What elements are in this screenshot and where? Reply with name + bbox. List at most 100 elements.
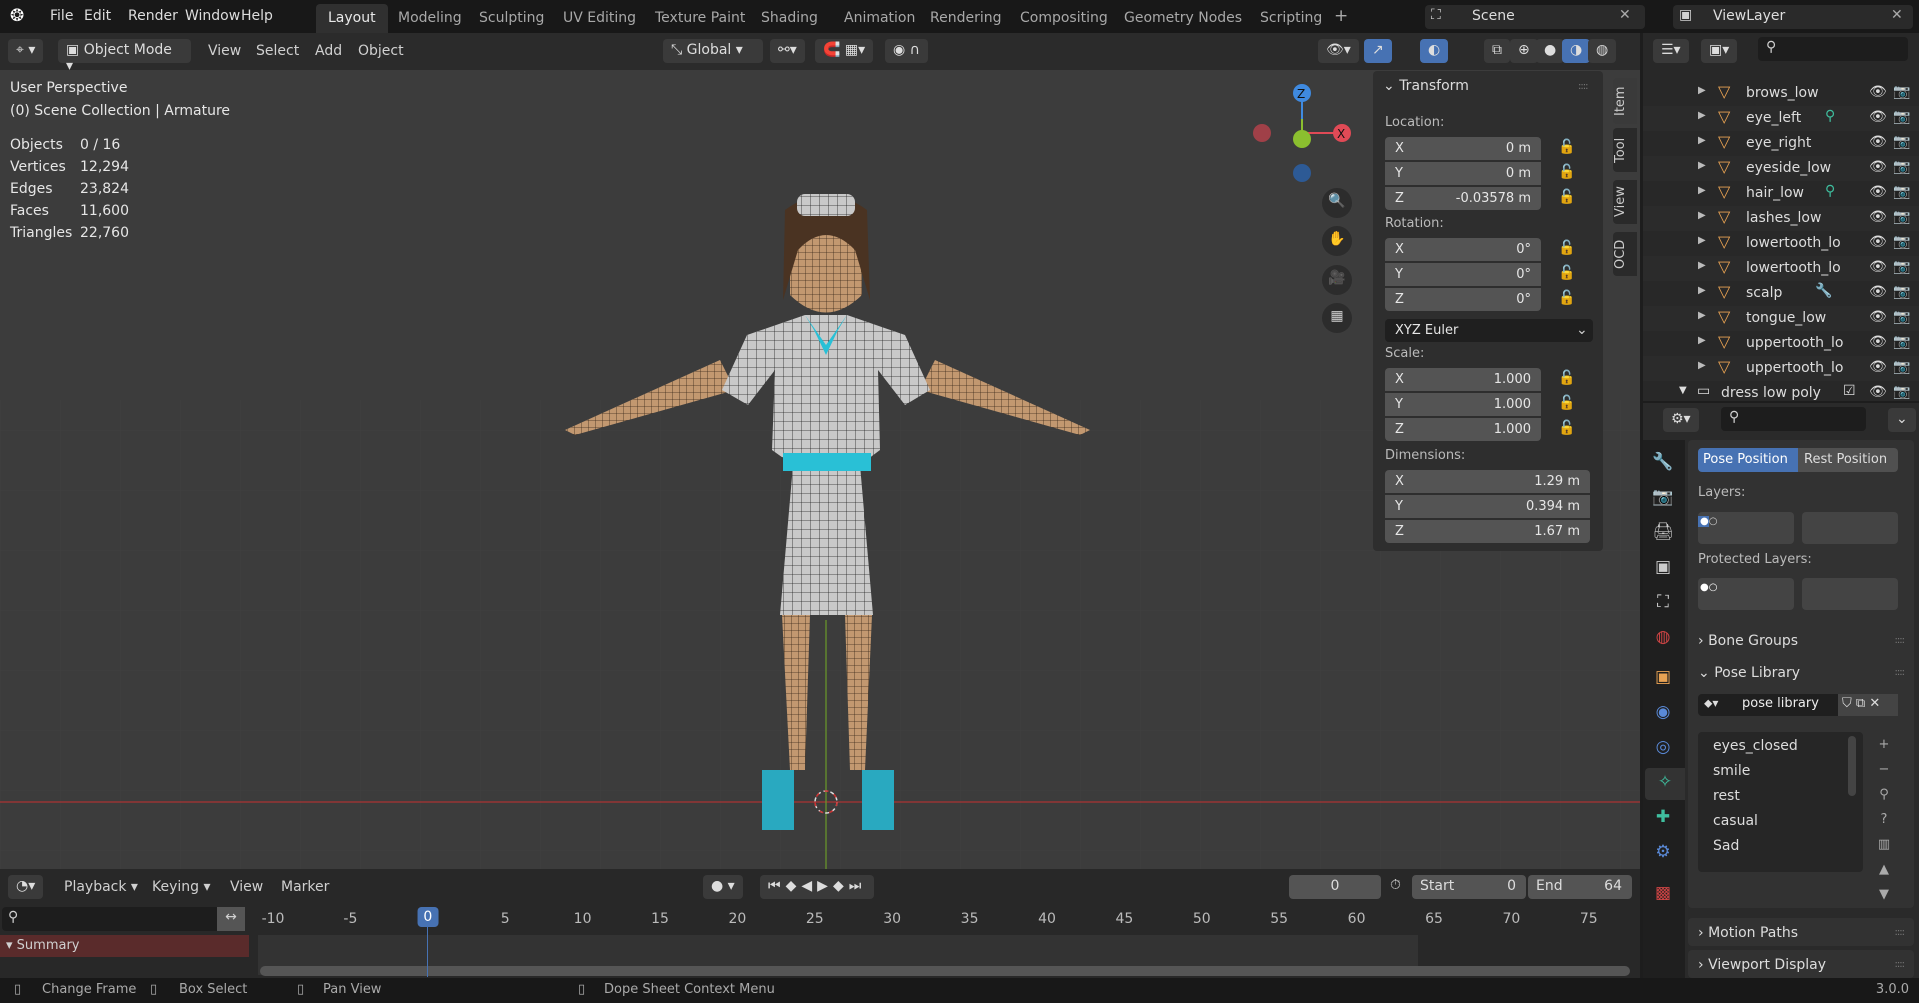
pose-item[interactable]: eyes_closed [1713,738,1798,754]
overlay-toggle-icon[interactable]: ◐ [1420,39,1449,63]
drag-handle-icon[interactable]: :::: [1578,81,1589,92]
expand-arrow-icon[interactable]: ▶ [1698,335,1706,346]
transform-orientation[interactable]: ⤡ Global ▾ [663,39,763,63]
menu-file[interactable]: File [50,8,73,24]
collapse-arrow-icon[interactable]: ▼ [1679,385,1687,396]
viewport-display-panel[interactable]: › Viewport Display:::: [1688,950,1914,978]
expand-arrow-icon[interactable]: ▶ [1698,135,1706,146]
tab-texture-paint[interactable]: Texture Paint [643,4,757,33]
eye-icon[interactable]: 👁 [1869,134,1887,150]
outliner-item[interactable]: ▶ ▽ scalp 🔧 👁 📷 [1643,281,1919,306]
layers-grid-1[interactable]: ●○ [1698,512,1794,544]
add-pose-icon[interactable]: + [1873,732,1895,757]
expand-arrow-icon[interactable]: ▶ [1698,235,1706,246]
tab-sculpting[interactable]: Sculpting [467,4,556,33]
rotation-mode-dropdown[interactable]: XYZ Euler [1385,319,1593,342]
shading-rendered-icon[interactable]: ◍ [1588,39,1617,63]
render-icon[interactable]: 📷 [1643,483,1683,515]
menu-select[interactable]: Select [256,43,299,59]
close-icon[interactable]: ✕ [1619,7,1631,23]
camera-icon[interactable]: 📷 [1893,259,1910,275]
editor-type-button[interactable]: ◔▾ [8,875,44,899]
sidebar-tab-item[interactable]: Item [1613,78,1637,124]
shading-solid-icon[interactable]: ● [1536,39,1565,63]
outliner-item-name[interactable]: uppertooth_lo [1746,360,1843,376]
eye-icon[interactable]: 👁 [1869,309,1887,325]
view-layer-icon[interactable]: ▣ [1643,553,1683,585]
outliner-item-name[interactable]: tongue_low [1746,310,1826,326]
snap-icon[interactable]: 🧲 ▦▾ [815,39,874,63]
gizmo-toggle-icon[interactable]: ↗ [1364,39,1392,63]
sidebar-tab-view[interactable]: View [1613,180,1637,224]
lock-icon[interactable]: 🔓 [1558,189,1575,205]
keying-menu[interactable]: Keying ▾ [152,879,211,895]
bone-constraint-icon[interactable]: ⚙ [1643,838,1683,870]
outliner-item[interactable]: ▶ ▽ lashes_low 👁 📷 [1643,206,1919,231]
scale-z-field[interactable]: Z 1.000 [1385,418,1541,441]
lock-icon[interactable]: 🔓 [1558,139,1575,155]
menu-edit[interactable]: Edit [84,8,111,24]
lock-icon[interactable]: 🔓 [1558,265,1575,281]
navigation-gizmo[interactable]: Z X [1240,75,1360,185]
eye-icon[interactable]: 👁 [1869,184,1887,200]
pose-item[interactable]: Sad [1713,838,1739,854]
object-icon[interactable]: ▣ [1643,663,1683,695]
library-actions[interactable]: ⛉ ⧉ ✕ [1838,694,1898,716]
shading-wireframe-icon[interactable]: ⊕ [1510,39,1538,63]
bone-groups-panel[interactable]: › Bone Groups:::: [1688,626,1914,654]
tab-layout[interactable]: Layout [316,4,388,33]
eye-icon[interactable]: 👁 [1869,234,1887,250]
lock-icon[interactable]: 🔓 [1558,370,1575,386]
modifiers-icon[interactable]: ◉ [1643,698,1683,730]
visibility-icon[interactable]: 👁▾ [1318,39,1359,63]
camera-icon[interactable]: 📷 [1893,109,1910,125]
eye-icon[interactable]: 👁 [1869,159,1887,175]
outliner-item-name[interactable]: eye_right [1746,135,1811,151]
zoom-icon[interactable]: 🔍 [1322,188,1352,218]
tab-rendering[interactable]: Rendering [918,4,1014,33]
camera-icon[interactable]: 📷 [1893,209,1910,225]
channel-search-input[interactable]: ⚲ ↔ [2,907,245,931]
timeline-view-menu[interactable]: View [230,879,263,895]
tab-animation[interactable]: Animation [832,4,927,33]
outliner-item[interactable]: ▶ ▽ brows_low 👁 📷 [1643,81,1919,106]
close-icon[interactable]: ✕ [1891,7,1903,23]
proportional-edit-icon[interactable]: ◉ ∩ [885,39,928,63]
menu-add[interactable]: Add [315,43,342,59]
sanitize-icon[interactable]: ? [1873,807,1895,832]
outliner-item-name[interactable]: lowertooth_lo [1746,260,1841,276]
pan-hand-icon[interactable]: ✋ [1322,226,1352,256]
camera-icon[interactable]: 📷 [1893,309,1910,325]
outliner-item[interactable]: ▶ ▽ tongue_low 👁 📷 [1643,306,1919,331]
camera-icon[interactable]: 📷 [1893,284,1910,300]
collection-name[interactable]: dress low poly [1721,385,1821,401]
texture-icon[interactable]: ▩ [1643,879,1683,911]
tab-compositing[interactable]: Compositing [1008,4,1120,33]
pose-item[interactable]: smile [1713,763,1750,779]
menu-window[interactable]: Window [185,8,240,24]
move-up-icon[interactable]: ▲ [1873,857,1895,882]
camera-icon[interactable]: 📷 [1893,384,1910,400]
motion-paths-panel[interactable]: › Motion Paths:::: [1688,918,1914,946]
editor-type-button[interactable]: ⚙▾ [1663,408,1699,432]
outliner-item[interactable]: ▶ ▽ uppertooth_lo 👁 📷 [1643,331,1919,356]
tab-geometry-nodes[interactable]: Geometry Nodes [1112,4,1254,33]
filter-icon[interactable]: ▣▾ [1701,39,1738,63]
object-data-armature-icon[interactable]: ✧ [1645,768,1685,800]
outliner-item-name[interactable]: hair_low [1746,185,1804,201]
lock-icon[interactable]: 🔓 [1558,240,1575,256]
outliner-item-name[interactable]: eyeside_low [1746,160,1831,176]
menu-view[interactable]: View [208,43,241,59]
scene-icon[interactable]: ⛶ [1643,588,1683,620]
outliner-item-name[interactable]: brows_low [1746,85,1819,101]
pose-list[interactable]: eyes_closed smile rest casual Sad [1698,732,1863,872]
scene-name[interactable]: Scene [1472,8,1515,24]
shading-material-icon[interactable]: ◑ [1562,39,1591,63]
expand-arrow-icon[interactable]: ▶ [1698,160,1706,171]
menu-render[interactable]: Render [128,8,178,24]
world-icon[interactable]: ◍ [1643,623,1683,655]
properties-search-input[interactable]: ⚲ [1721,407,1866,431]
scene-selector[interactable]: ⛶ Scene ✕ [1425,5,1645,29]
eye-icon[interactable]: 👁 [1869,284,1887,300]
camera-icon[interactable]: 📷 [1893,159,1910,175]
